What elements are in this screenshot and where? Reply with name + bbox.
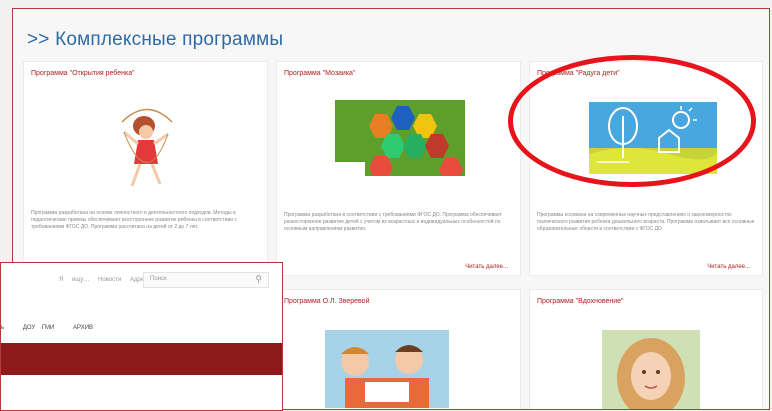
card-image-children-drawing[interactable] (325, 330, 449, 408)
overlay-topbar: Я ищу… Новости Адреса Поиск ⚲ (1, 263, 282, 297)
card-description: Программа разработана на основе личностн… (31, 210, 237, 230)
card-image-mosaic[interactable] (335, 100, 465, 176)
menu-item-dou-gmi[interactable]: ДОУ ГМИ (23, 325, 55, 331)
magnifier-icon[interactable]: ⚲ (255, 274, 262, 285)
program-card-5[interactable]: Программа "Вдохновение" (529, 289, 763, 409)
card-image-rainbow-kids[interactable] (589, 102, 717, 174)
overlay-header-bar (1, 343, 282, 375)
girl-illustration (121, 108, 173, 187)
overlay-main-menu: ь ДОУ ГМИ АРХИВ (1, 325, 105, 331)
card-description: Программа основана на современных научны… (537, 212, 755, 232)
read-more-link[interactable]: Читать далее... (707, 264, 750, 270)
overlay-search-input[interactable]: Поиск ⚲ (143, 272, 269, 288)
children-illustration (325, 330, 449, 408)
program-card-1[interactable]: Программа "Открытия ребенка" Программа р… (23, 61, 268, 276)
program-card-3[interactable]: Программа "Радуга дети" Программа основа… (529, 61, 763, 276)
menu-item-archive[interactable]: АРХИВ (73, 325, 93, 331)
overlay-site-screenshot: Я ищу… Новости Адреса Поиск ⚲ ь ДОУ ГМИ … (0, 262, 283, 411)
read-more-link[interactable]: Читать далее... (465, 264, 508, 270)
card-image-girl-with-rope[interactable] (102, 92, 192, 202)
card-title[interactable]: Программа "Мозаика" (284, 70, 355, 77)
program-card-2[interactable]: Программа "Мозаика" Программа разработан… (276, 61, 521, 276)
child-portrait-illustration (602, 330, 700, 409)
card-title[interactable]: Программа "Радуга дети" (537, 70, 620, 77)
card-title[interactable]: Программа "Вдохновение" (537, 298, 624, 305)
card-image-child-portrait[interactable] (602, 330, 700, 409)
card-title[interactable]: Программа "Открытия ребенка" (31, 70, 135, 77)
menu-item-partial[interactable]: ь (1, 325, 4, 331)
overlay-search-placeholder: Поиск (150, 276, 167, 282)
overlay-top-links[interactable]: Я ищу… Новости Адреса (59, 277, 150, 283)
section-title: >> Комплексные программы (27, 29, 284, 50)
card-description: Программа разработана в соответствии с т… (284, 212, 502, 232)
card-title[interactable]: Программа О.Л. Зверевой (284, 298, 369, 305)
program-card-4[interactable]: Программа О.Л. Зверевой (276, 289, 521, 409)
hexagon-mosaic-illustration (335, 106, 463, 176)
nature-illustration (589, 102, 717, 174)
